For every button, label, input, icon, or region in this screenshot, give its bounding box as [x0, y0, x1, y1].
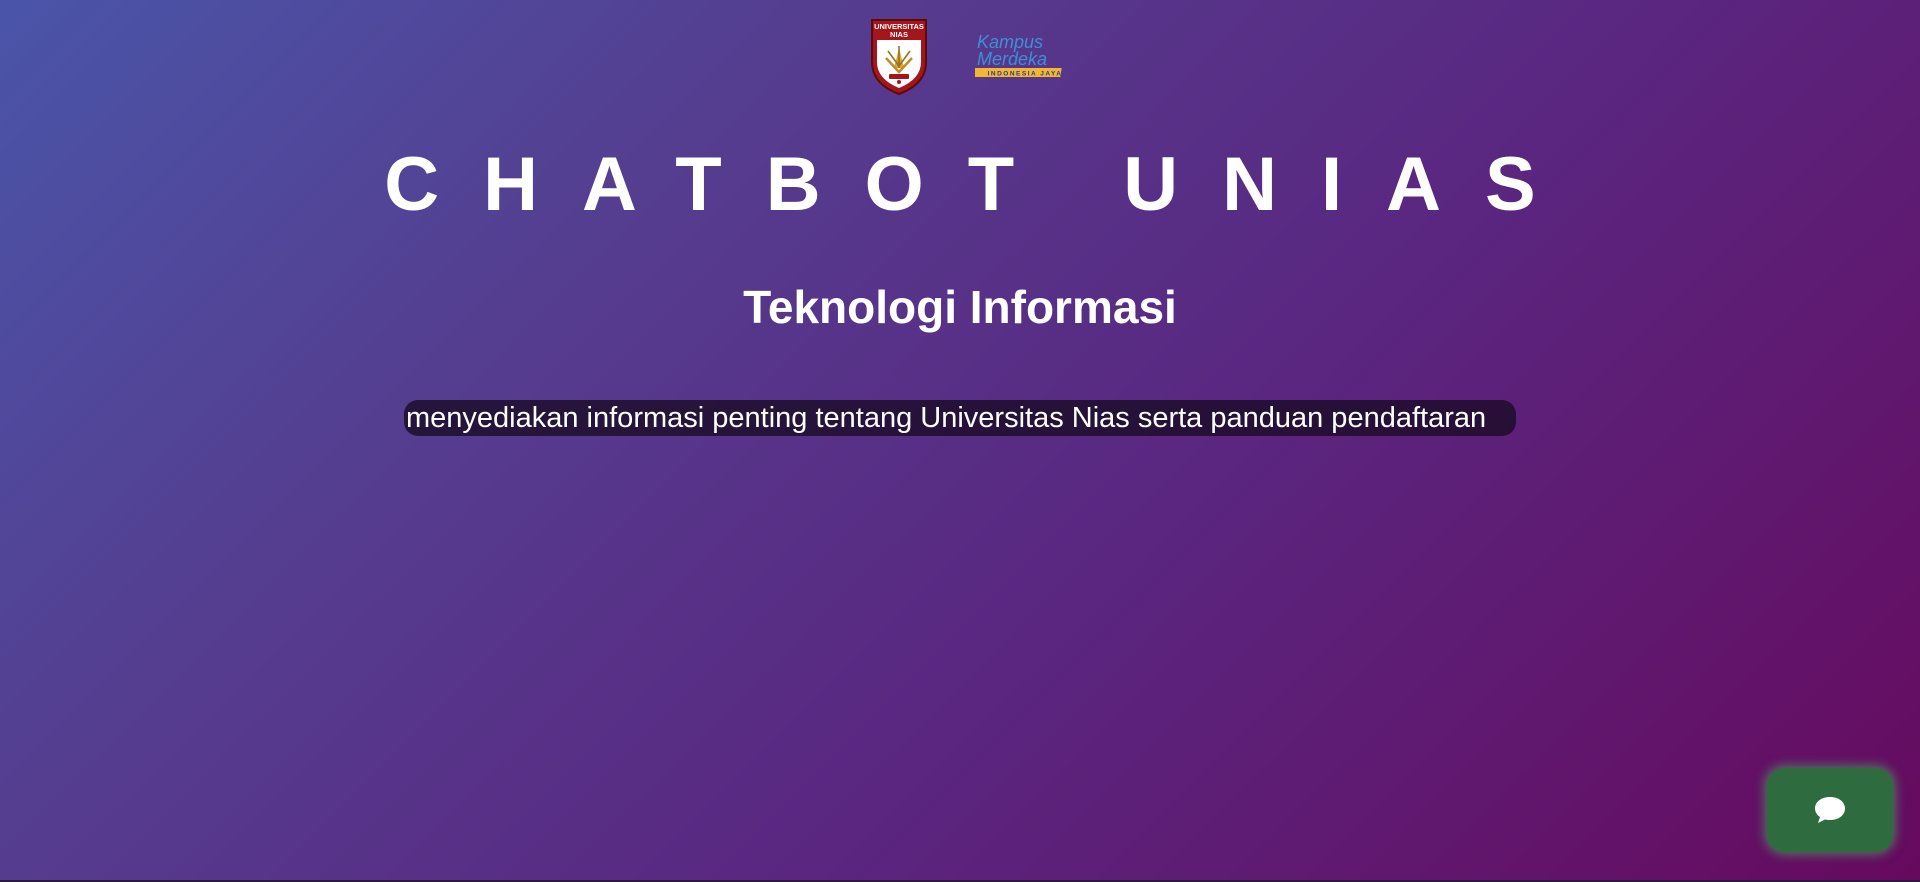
- logo-unias-line2: NIAS: [890, 30, 908, 39]
- kampus-merdeka-logo: Kampus Merdeka INDONESIA JAYA: [975, 32, 1063, 78]
- open-chat-button[interactable]: [1767, 768, 1893, 852]
- page-subtitle: Teknologi Informasi: [743, 281, 1177, 333]
- info-marquee: menyediakan informasi penting tentang Un…: [404, 400, 1516, 436]
- logo-merdeka-tagline: INDONESIA JAYA: [988, 71, 1063, 78]
- chat-bubble-icon: [1815, 797, 1845, 823]
- universitas-nias-logo: UNIVERSITAS NIAS: [871, 19, 927, 96]
- logo-merdeka-line2: Merdeka: [977, 49, 1047, 69]
- marquee-text: menyediakan informasi penting tentang Un…: [406, 402, 1487, 434]
- header-logos: UNIVERSITAS NIAS Kampus Merdeka INDONESI…: [0, 18, 1920, 98]
- page-title: CHATBOT UNIAS: [384, 142, 1580, 227]
